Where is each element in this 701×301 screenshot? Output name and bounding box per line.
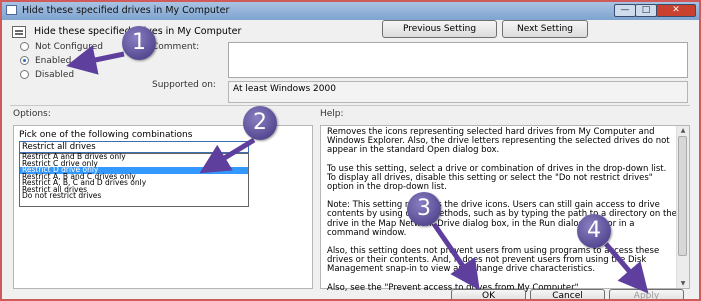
annotation-arrows xyxy=(66,45,649,294)
annotation-arrow-4 xyxy=(604,242,649,294)
annotation-badge-2: 2 xyxy=(243,106,277,140)
annotation-badge-3: 3 xyxy=(407,192,441,226)
annotation-badge-4: 4 xyxy=(577,214,611,248)
annotation-arrow-2 xyxy=(199,137,256,174)
annotation-arrow-1 xyxy=(66,45,125,75)
dialog-window: Hide these specified drives in My Comput… xyxy=(0,0,701,301)
annotation-arrow-3 xyxy=(431,222,480,291)
annotation-badge-1: 1 xyxy=(122,26,156,60)
